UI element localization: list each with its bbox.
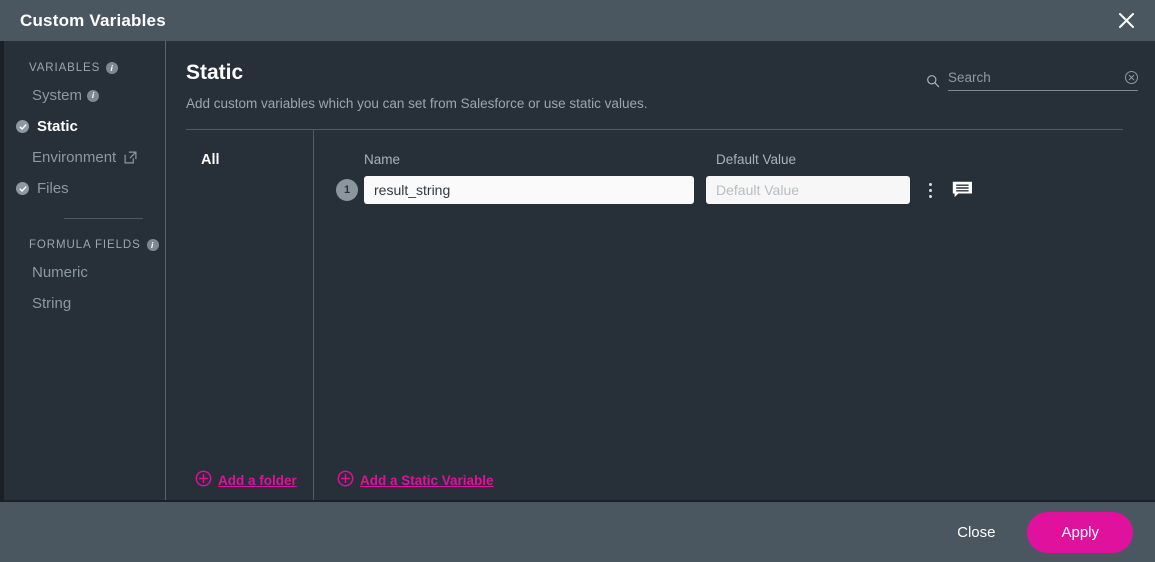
sidebar-item-string[interactable]: String <box>4 288 165 319</box>
folder-item-all[interactable]: All <box>186 152 313 168</box>
column-headers: Name Default Value <box>336 152 1139 167</box>
add-static-variable-label: Add a Static Variable <box>360 472 494 488</box>
info-icon[interactable]: i <box>87 89 100 102</box>
sidebar-item-numeric-label: Numeric <box>32 264 88 281</box>
plus-circle-icon <box>337 470 354 490</box>
info-icon[interactable]: i <box>146 239 159 251</box>
dialog-body: VARIABLES i System i Static Environment <box>0 41 1155 500</box>
apply-button[interactable]: Apply <box>1027 511 1133 553</box>
add-folder-label: Add a folder <box>218 472 297 488</box>
sidebar-item-files[interactable]: Files <box>4 173 165 204</box>
check-circle-icon <box>16 120 29 133</box>
dialog-title: Custom Variables <box>20 10 166 30</box>
rows-column-spacer <box>336 204 1139 470</box>
custom-variables-dialog: Custom Variables VARIABLES i System i St… <box>0 0 1155 562</box>
search-field <box>948 70 1138 91</box>
sidebar-section-variables-label: VARIABLES <box>29 62 101 74</box>
rows-column: Name Default Value 1 result_string Defau… <box>314 130 1139 500</box>
clear-circle-icon[interactable] <box>1125 71 1138 84</box>
variable-name-input[interactable] <box>364 176 694 204</box>
search-bar <box>926 70 1138 91</box>
comment-icon[interactable] <box>952 181 973 200</box>
close-icon[interactable] <box>1113 8 1139 34</box>
dialog-footer: Close Apply <box>0 500 1155 562</box>
sidebar-item-system-label: System <box>32 87 83 104</box>
search-input[interactable] <box>948 70 1138 85</box>
sidebar-divider <box>64 218 143 219</box>
dialog-titlebar: Custom Variables <box>0 0 1155 41</box>
page-subtitle: Add custom variables which you can set f… <box>186 96 648 111</box>
sidebar-item-static-label: Static <box>37 118 78 135</box>
variables-table: All Add a folder Name Default Value 1 re… <box>166 130 1139 500</box>
plus-circle-icon <box>195 470 212 490</box>
kebab-dot <box>929 194 932 198</box>
sidebar: VARIABLES i System i Static Environment <box>4 41 166 500</box>
sidebar-item-string-label: String <box>32 295 72 312</box>
default-value-input[interactable] <box>706 176 910 204</box>
sidebar-item-system[interactable]: System i <box>4 80 165 111</box>
external-link-icon[interactable] <box>124 151 137 164</box>
table-row: 1 <box>336 176 1139 204</box>
search-icon <box>926 74 940 88</box>
sidebar-section-formula-fields-label: FORMULA FIELDS <box>29 239 141 251</box>
check-circle-icon <box>16 182 29 195</box>
close-button[interactable]: Close <box>931 514 1021 551</box>
column-header-default-value: Default Value <box>716 152 797 167</box>
sidebar-section-variables: VARIABLES i <box>4 56 165 80</box>
sidebar-item-static[interactable]: Static <box>4 111 165 142</box>
main-panel: Static Add custom variables which you ca… <box>166 41 1155 500</box>
folder-column: All Add a folder <box>186 130 314 500</box>
row-actions <box>926 180 973 201</box>
sidebar-item-environment-label: Environment <box>32 149 117 166</box>
add-static-variable-button[interactable]: Add a Static Variable <box>336 470 1139 500</box>
sidebar-item-environment[interactable]: Environment <box>4 142 165 173</box>
kebab-dot <box>929 188 932 192</box>
row-number-badge: 1 <box>336 179 358 201</box>
sidebar-item-numeric[interactable]: Numeric <box>4 257 165 288</box>
kebab-dot <box>929 182 932 186</box>
info-icon[interactable]: i <box>106 62 119 74</box>
folder-column-spacer <box>186 168 313 470</box>
column-header-name: Name <box>364 152 401 167</box>
kebab-menu-icon[interactable] <box>926 180 935 201</box>
add-folder-button[interactable]: Add a folder <box>186 470 313 500</box>
sidebar-section-formula-fields: FORMULA FIELDS i <box>4 233 165 257</box>
sidebar-item-files-label: Files <box>37 180 69 197</box>
